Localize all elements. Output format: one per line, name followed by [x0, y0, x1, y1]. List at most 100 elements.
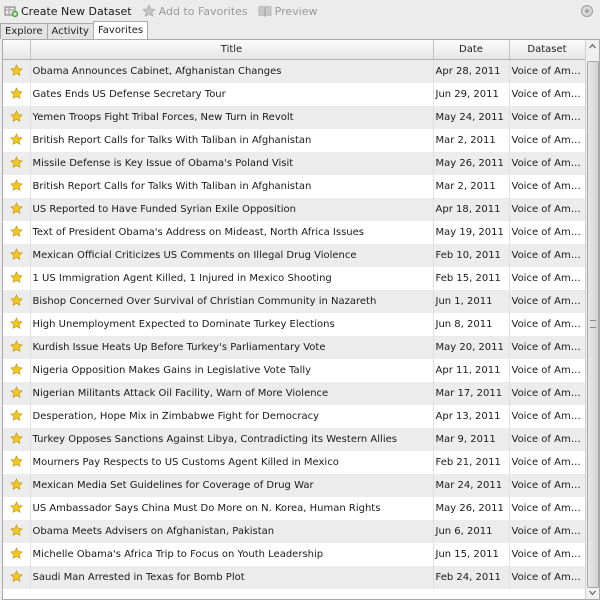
favorite-star-cell[interactable] [3, 359, 31, 382]
favorites-panel: Title Date Dataset Obama Announces Cabin… [2, 39, 600, 600]
star-icon[interactable] [10, 385, 23, 399]
title-cell: Mexican Official Criticizes US Comments … [30, 244, 434, 267]
scroll-thumb[interactable] [587, 61, 599, 588]
dataset-cell: Voice of Americ... [509, 290, 586, 313]
table-row[interactable]: Yemen Troops Fight Tribal Forces, New Tu… [3, 106, 586, 129]
star-icon[interactable] [10, 247, 23, 261]
table-row[interactable]: Bishop Concerned Over Survival of Christ… [3, 290, 586, 313]
star-icon[interactable] [10, 132, 23, 146]
favorite-star-cell[interactable] [3, 543, 31, 566]
title-cell: US Reported to Have Funded Syrian Exile … [30, 198, 434, 221]
favorite-star-cell[interactable] [3, 244, 31, 267]
favorite-star-cell[interactable] [3, 428, 31, 451]
star-icon[interactable] [10, 293, 23, 307]
table-row[interactable]: Kurdish Issue Heats Up Before Turkey's P… [3, 336, 586, 359]
vertical-scrollbar[interactable] [585, 40, 599, 599]
dataset-cell: Voice of Americ... [509, 336, 586, 359]
favorite-star-cell[interactable] [3, 106, 31, 129]
favorite-star-cell[interactable] [3, 83, 31, 106]
star-icon[interactable] [10, 109, 23, 123]
table-row[interactable]: Mourners Pay Respects to US Customs Agen… [3, 451, 586, 474]
table-row[interactable]: Desperation, Hope Mix in Zimbabwe Fight … [3, 405, 586, 428]
table-row[interactable]: Missile Defense is Key Issue of Obama's … [3, 152, 586, 175]
star-icon[interactable] [10, 224, 23, 238]
dataset-cell: Voice of Americ... [509, 497, 586, 520]
dataset-column-header[interactable]: Dataset [509, 40, 586, 60]
table-row[interactable]: Nigerian Militants Attack Oil Facility, … [3, 382, 586, 405]
table-row[interactable]: US Ambassador Says China Must Do More on… [3, 497, 586, 520]
table-row[interactable]: Mexican Media Set Guidelines for Coverag… [3, 474, 586, 497]
favorite-star-cell[interactable] [3, 566, 31, 589]
table-row[interactable]: Obama Announces Cabinet, Afghanistan Cha… [3, 59, 586, 83]
star-icon[interactable] [10, 270, 23, 284]
favorite-star-cell[interactable] [3, 290, 31, 313]
star-column-header[interactable] [3, 40, 31, 60]
table-row[interactable]: British Report Calls for Talks With Tali… [3, 175, 586, 198]
add-to-favorites-button[interactable]: Add to Favorites [141, 0, 248, 22]
table-row[interactable]: Obama Meets Advisers on Afghanistan, Pak… [3, 520, 586, 543]
star-icon[interactable] [10, 316, 23, 330]
tab-favorites[interactable]: Favorites [92, 21, 149, 39]
favorite-star-cell[interactable] [3, 474, 31, 497]
table-row[interactable]: US Reported to Have Funded Syrian Exile … [3, 198, 586, 221]
table-row[interactable]: 1 US Immigration Agent Killed, 1 Injured… [3, 267, 586, 290]
star-icon[interactable] [10, 339, 23, 353]
scroll-down-arrow-icon[interactable] [586, 587, 599, 599]
table-row[interactable]: Text of President Obama's Address on Mid… [3, 221, 586, 244]
date-cell: May 19, 2011 [433, 221, 510, 244]
table-row[interactable]: Michelle Obama's Africa Trip to Focus on… [3, 543, 586, 566]
table-row[interactable]: British Report Calls for Talks With Tali… [3, 129, 586, 152]
tab-activity[interactable]: Activity [46, 23, 94, 39]
title-column-header[interactable]: Title [30, 40, 434, 60]
star-icon[interactable] [10, 178, 23, 192]
star-icon[interactable] [10, 155, 23, 169]
favorite-star-cell[interactable] [3, 267, 31, 290]
star-icon[interactable] [10, 477, 23, 491]
star-icon[interactable] [10, 523, 23, 537]
favorite-star-cell[interactable] [3, 451, 31, 474]
preview-button[interactable]: Preview [258, 0, 317, 22]
date-cell: Feb 24, 2011 [433, 566, 510, 589]
star-icon[interactable] [10, 201, 23, 215]
table-row[interactable]: Saudi Man Arrested in Texas for Bomb Plo… [3, 566, 586, 589]
table-row[interactable]: Mexican Official Criticizes US Comments … [3, 244, 586, 267]
star-icon[interactable] [10, 408, 23, 422]
star-icon[interactable] [10, 569, 23, 583]
favorite-star-cell[interactable] [3, 497, 31, 520]
dataset-cell: Voice of Americ... [509, 520, 586, 543]
table-row[interactable]: High Unemployment Expected to Dominate T… [3, 313, 586, 336]
star-icon[interactable] [10, 86, 23, 100]
date-cell: Mar 24, 2011 [433, 474, 510, 497]
star-icon[interactable] [10, 362, 23, 376]
favorite-star-cell[interactable] [3, 405, 31, 428]
star-icon[interactable] [10, 431, 23, 445]
favorite-star-cell[interactable] [3, 175, 31, 198]
table-row[interactable]: Nigeria Opposition Makes Gains in Legisl… [3, 359, 586, 382]
favorite-star-cell[interactable] [3, 313, 31, 336]
title-cell: Missile Defense is Key Issue of Obama's … [30, 152, 434, 175]
star-icon[interactable] [10, 454, 23, 468]
favorite-star-cell[interactable] [3, 221, 31, 244]
tab-explore[interactable]: Explore [0, 23, 48, 39]
scroll-up-arrow-icon[interactable] [586, 40, 599, 52]
favorite-star-cell[interactable] [3, 520, 31, 543]
dataset-cell: Voice of Americ... [509, 313, 586, 336]
table-row[interactable]: Gates Ends US Defense Secretary Tour Jun … [3, 83, 586, 106]
star-icon[interactable] [10, 546, 23, 560]
date-cell: Mar 2, 2011 [433, 129, 510, 152]
date-cell: Mar 9, 2011 [433, 428, 510, 451]
star-icon[interactable] [10, 500, 23, 514]
star-icon[interactable] [10, 63, 23, 77]
favorite-star-cell[interactable] [3, 152, 31, 175]
favorite-star-cell[interactable] [3, 59, 31, 83]
date-column-header[interactable]: Date [433, 40, 510, 60]
create-new-dataset-button[interactable]: Create New Dataset [4, 0, 132, 22]
title-cell: Michelle Obama's Africa Trip to Focus on… [30, 543, 434, 566]
settings-icon[interactable] [580, 4, 594, 18]
table-row[interactable]: Turkey Opposes Sanctions Against Libya, … [3, 428, 586, 451]
favorite-star-cell[interactable] [3, 336, 31, 359]
favorite-star-cell[interactable] [3, 382, 31, 405]
dataset-cell: Voice of Americ... [509, 83, 586, 106]
favorite-star-cell[interactable] [3, 198, 31, 221]
favorite-star-cell[interactable] [3, 129, 31, 152]
